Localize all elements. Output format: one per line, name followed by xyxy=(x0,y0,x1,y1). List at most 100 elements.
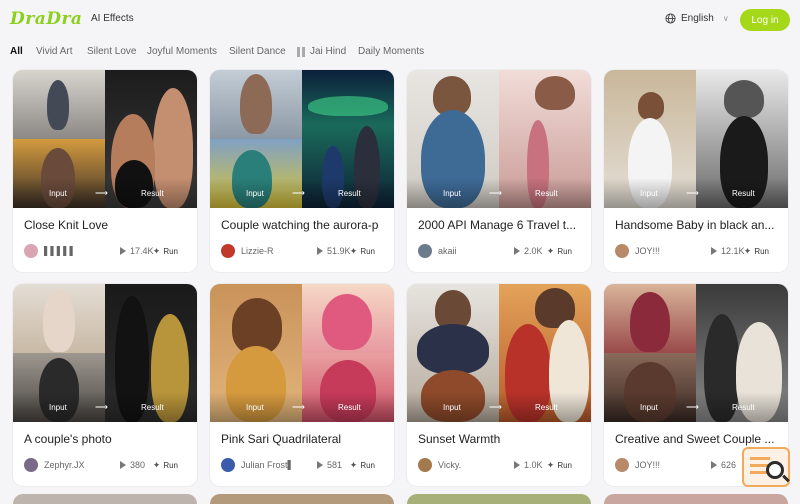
avatar[interactable] xyxy=(615,244,629,258)
magic-wand-icon: ✦ xyxy=(152,459,161,470)
run-label: Run xyxy=(557,246,572,256)
views-value: 380 xyxy=(130,460,146,470)
play-icon xyxy=(120,461,126,469)
view-count: 380 xyxy=(120,460,145,470)
effect-card-partial[interactable] xyxy=(604,494,788,504)
effect-card[interactable]: Input ⟶ Result Handsome Baby in black an… xyxy=(604,70,788,272)
run-button[interactable]: ✦ Run xyxy=(147,456,184,474)
effect-card[interactable]: Input ⟶ Result 2000 API Manage 6 Travel … xyxy=(407,70,591,272)
magic-wand-icon: ✦ xyxy=(349,245,358,256)
author-name[interactable]: Vicky. xyxy=(438,460,498,470)
run-button[interactable]: ✦ Run xyxy=(344,242,381,260)
card-thumbnail: Input ⟶ Result xyxy=(407,70,591,208)
card-thumbnail: Input ⟶ Result xyxy=(210,284,394,422)
effect-card[interactable]: Input ⟶ Result Pink Sari Quadrilateral J… xyxy=(210,284,394,486)
magic-wand-icon: ✦ xyxy=(546,459,555,470)
input-label: Input xyxy=(246,403,264,412)
author-name[interactable]: Lizzie-R xyxy=(241,246,301,256)
card-meta: Vicky. 1.0K ✦ Run xyxy=(418,457,584,473)
tab-jai-hind[interactable]: Jai Hind xyxy=(297,46,346,57)
effect-card-partial[interactable] xyxy=(407,494,591,504)
input-label: Input xyxy=(640,189,658,198)
avatar[interactable] xyxy=(221,244,235,258)
effect-card[interactable]: Input ⟶ Result A couple's photo Zephyr.J… xyxy=(13,284,197,486)
effect-card[interactable]: Input ⟶ Result Sunset Warmth Vicky. 1.0K… xyxy=(407,284,591,486)
play-icon xyxy=(711,247,717,255)
card-title: Pink Sari Quadrilateral xyxy=(221,432,342,446)
arrow-right-icon: ⟶ xyxy=(292,402,305,412)
tab-silent-dance[interactable]: Silent Dance xyxy=(229,46,286,57)
play-icon xyxy=(317,461,323,469)
card-thumbnail: Input ⟶ Result xyxy=(604,284,788,422)
arrow-right-icon: ⟶ xyxy=(489,402,502,412)
logo[interactable]: DraDra xyxy=(10,9,82,29)
author-name[interactable]: JOY!!! xyxy=(635,460,695,470)
avatar[interactable] xyxy=(615,458,629,472)
author-name[interactable]: Zephyr.JX xyxy=(44,460,104,470)
card-title: Creative and Sweet Couple ... xyxy=(615,432,775,446)
result-label: Result xyxy=(732,189,755,198)
view-count: 581 xyxy=(317,460,342,470)
run-button[interactable]: ✦ Run xyxy=(344,456,381,474)
author-name[interactable]: JOY!!! xyxy=(635,246,695,256)
view-count: 1.0K xyxy=(514,460,543,470)
card-thumbnail: Input ⟶ Result xyxy=(13,284,197,422)
result-label: Result xyxy=(338,189,361,198)
card-thumbnail: Input ⟶ Result xyxy=(604,70,788,208)
arrow-right-icon: ⟶ xyxy=(95,188,108,198)
author-name[interactable]: akaii xyxy=(438,246,498,256)
tab-joyful-moments[interactable]: Joyful Moments xyxy=(147,46,217,57)
avatar[interactable] xyxy=(418,244,432,258)
arrow-right-icon: ⟶ xyxy=(95,402,108,412)
result-label: Result xyxy=(732,403,755,412)
nav-ai-effects[interactable]: AI Effects xyxy=(91,13,134,24)
card-meta: Lizzie-R 51.9K ✦ Run xyxy=(221,243,387,259)
effect-card-partial[interactable] xyxy=(13,494,197,504)
avatar[interactable] xyxy=(221,458,235,472)
language-selector[interactable]: English ∨ xyxy=(665,13,729,24)
result-label: Result xyxy=(535,189,558,198)
effect-card[interactable]: Input ⟶ Result Close Knit Love ▌▌▌▌▌ 17.… xyxy=(13,70,197,272)
run-button[interactable]: ✦ Run xyxy=(541,456,578,474)
result-label: Result xyxy=(535,403,558,412)
run-label: Run xyxy=(754,246,769,256)
author-name[interactable]: ▌▌▌▌▌ xyxy=(44,246,104,256)
input-label: Input xyxy=(49,403,67,412)
run-button[interactable]: ✦ Run xyxy=(541,242,578,260)
effect-card[interactable]: Input ⟶ Result Couple watching the auror… xyxy=(210,70,394,272)
card-thumbnail: Input ⟶ Result xyxy=(210,70,394,208)
login-button[interactable]: Log in xyxy=(740,9,790,31)
card-meta: Julian Frost▌ 581 ✦ Run xyxy=(221,457,387,473)
input-label: Input xyxy=(246,189,264,198)
effect-card-partial[interactable] xyxy=(210,494,394,504)
play-icon xyxy=(120,247,126,255)
result-label: Result xyxy=(338,403,361,412)
card-meta: akaii 2.0K ✦ Run xyxy=(418,243,584,259)
support-search-icon[interactable] xyxy=(742,447,790,487)
tab-jai-hind-label: Jai Hind xyxy=(310,46,347,57)
play-icon xyxy=(711,461,717,469)
card-title: Sunset Warmth xyxy=(418,432,501,446)
tab-vivid-art[interactable]: Vivid Art xyxy=(36,46,73,57)
avatar[interactable] xyxy=(418,458,432,472)
category-tabs: All Vivid Art Silent Love Joyful Moments… xyxy=(0,44,800,62)
play-icon xyxy=(514,247,520,255)
run-button[interactable]: ✦ Run xyxy=(147,242,184,260)
tab-all[interactable]: All xyxy=(10,46,23,57)
input-label: Input xyxy=(640,403,658,412)
avatar[interactable] xyxy=(24,244,38,258)
arrow-right-icon: ⟶ xyxy=(686,402,699,412)
run-label: Run xyxy=(163,246,178,256)
run-button[interactable]: ✦ Run xyxy=(738,242,775,260)
card-thumbnail: Input ⟶ Result xyxy=(13,70,197,208)
author-name[interactable]: Julian Frost▌ xyxy=(241,460,301,470)
card-title: 2000 API Manage 6 Travel t... xyxy=(418,218,577,232)
play-icon xyxy=(514,461,520,469)
tab-silent-love[interactable]: Silent Love xyxy=(87,46,136,57)
card-meta: ▌▌▌▌▌ 17.4K ✦ Run xyxy=(24,243,190,259)
avatar[interactable] xyxy=(24,458,38,472)
tab-daily-moments[interactable]: Daily Moments xyxy=(358,46,424,57)
arrow-right-icon: ⟶ xyxy=(489,188,502,198)
input-label: Input xyxy=(443,403,461,412)
view-count: 626 xyxy=(711,460,736,470)
